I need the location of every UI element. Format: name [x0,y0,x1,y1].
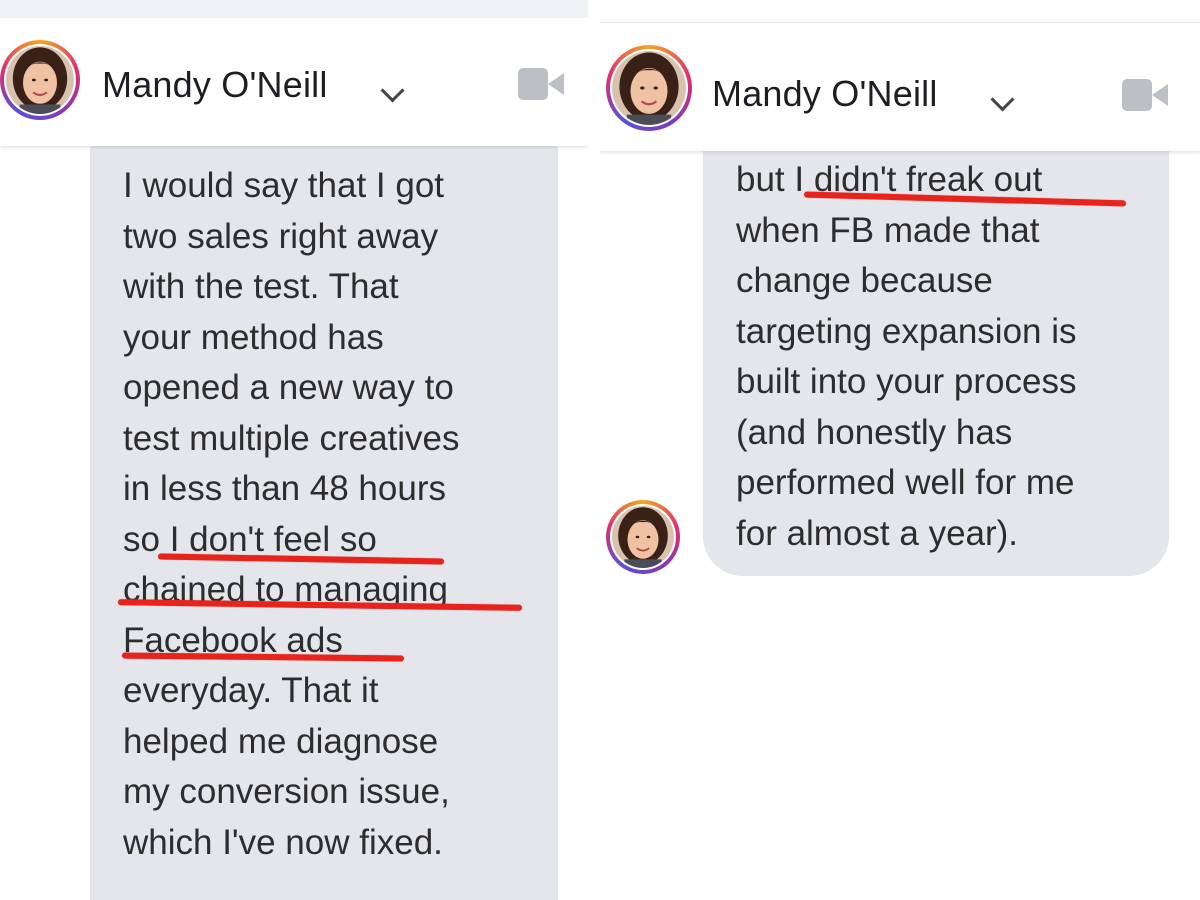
message-line: opened a new way to [123,368,454,407]
message-line: when FB made that [736,210,1040,250]
message-line: I would say that I got [123,166,445,205]
chevron-down-icon[interactable] [380,78,405,103]
avatar-photo-icon [6,46,74,114]
message-line: test multiple creatives [123,418,460,458]
message-line: helped me diagnose [123,721,439,761]
message-line: your method has [123,317,384,357]
message-line: two sales right away [123,216,439,256]
message-line: in less than 48 hours [123,469,446,508]
chat-header: Mandy O'Neill [0,18,588,146]
message-line: my conversion issue, [123,772,450,811]
message-line: built into your process [736,362,1077,401]
sender-avatar[interactable] [606,500,680,574]
chat-header: Mandy O'Neill [600,23,1200,151]
chevron-down-icon[interactable] [990,87,1015,112]
contact-avatar[interactable] [606,45,692,131]
chat-panel-right: but I didn't freak out when FB made that… [600,0,1200,900]
contact-name[interactable]: Mandy O'Neill [102,64,328,106]
message-line: performed well for me [736,463,1075,502]
message-line: which I've now fixed. [123,822,443,862]
avatar-photo-icon [612,51,686,125]
contact-name[interactable]: Mandy O'Neill [712,73,938,115]
message-line: (and honestly has [736,412,1013,452]
chat-panel-left: I would say that I got two sales right a… [0,0,588,900]
contact-avatar[interactable] [0,40,80,120]
message-bubble: I would say that I got two sales right a… [90,146,558,900]
video-camera-icon[interactable] [1122,79,1168,111]
message-line: for almost a year). [736,513,1019,553]
message-bubble: but I didn't freak out when FB made that… [703,120,1169,576]
message-line: change because [736,261,993,300]
avatar-photo-icon [612,506,674,568]
message-line: everyday. That it [123,671,379,710]
video-camera-icon[interactable] [518,68,564,100]
top-bar [600,0,1200,23]
top-bar [0,0,588,18]
message-line: targeting expansion is [736,311,1077,351]
message-line: with the test. That [123,267,399,306]
